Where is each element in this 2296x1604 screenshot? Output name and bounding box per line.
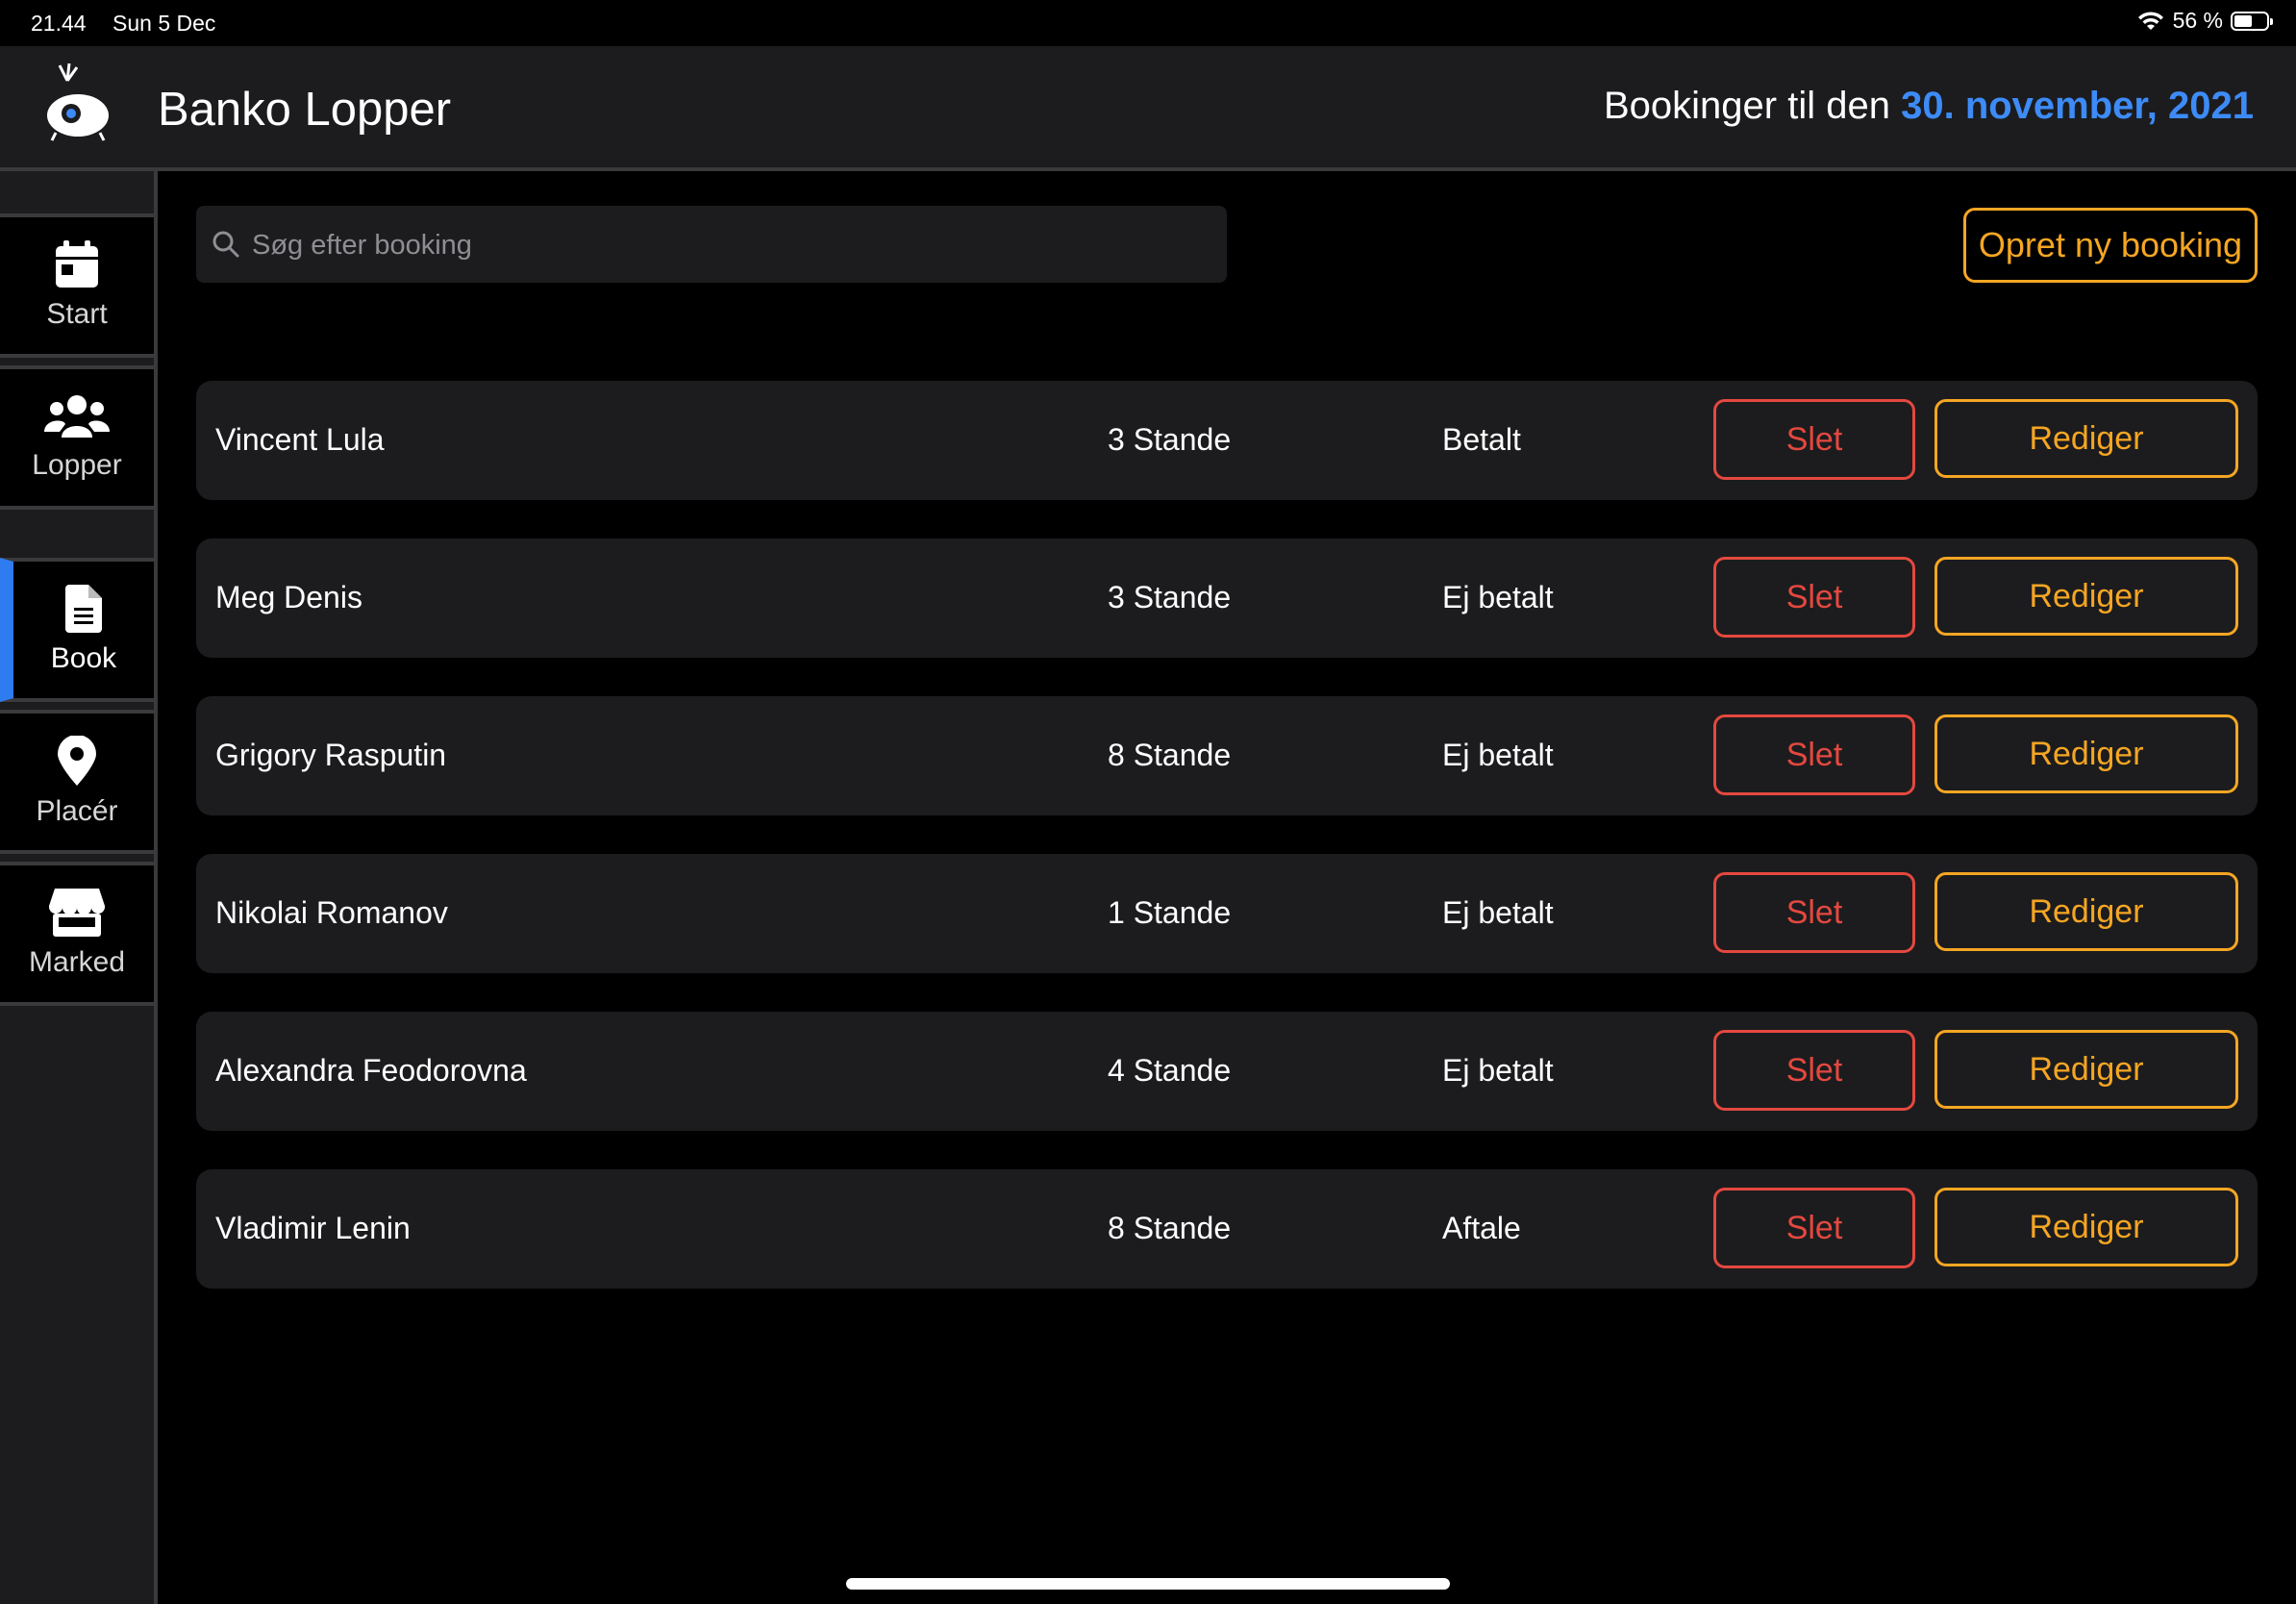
eye-logo-icon bbox=[47, 63, 109, 141]
table-row: Nikolai Romanov 1 Stande Ej betalt Slet … bbox=[196, 854, 2258, 973]
delete-button[interactable]: Slet bbox=[1713, 399, 1915, 480]
sidebar-item-label: Placér bbox=[36, 795, 118, 827]
edit-button[interactable]: Rediger bbox=[1934, 557, 2238, 636]
booking-status: Betalt bbox=[1442, 422, 1521, 457]
new-booking-button[interactable]: Opret ny booking bbox=[1963, 208, 2258, 283]
booking-stands: 8 Stande bbox=[1108, 738, 1232, 772]
sidebar-item-marked[interactable]: Marked bbox=[0, 862, 154, 1006]
app-header: Banko Lopper Bookinger til den 30. novem… bbox=[0, 46, 2296, 171]
booking-date-label: Bookinger til den 30. november, 2021 bbox=[1604, 85, 2254, 128]
booking-date-value[interactable]: 30. november, 2021 bbox=[1901, 85, 2254, 127]
sidebar-item-label: Lopper bbox=[32, 449, 122, 481]
map-pin-icon bbox=[58, 736, 96, 786]
home-indicator[interactable] bbox=[846, 1578, 1450, 1590]
calendar-icon bbox=[56, 240, 98, 288]
booking-status: Ej betalt bbox=[1442, 738, 1554, 772]
sidebar-item-label: Start bbox=[46, 298, 108, 330]
table-row: Alexandra Feodorovna 4 Stande Ej betalt … bbox=[196, 1012, 2258, 1131]
delete-button[interactable]: Slet bbox=[1713, 557, 1915, 638]
table-row: Vincent Lula 3 Stande Betalt Slet Redige… bbox=[196, 381, 2258, 500]
table-row: Grigory Rasputin 8 Stande Ej betalt Slet… bbox=[196, 696, 2258, 815]
search-icon bbox=[212, 231, 239, 258]
booking-name: Grigory Rasputin bbox=[215, 738, 447, 772]
booking-name: Meg Denis bbox=[215, 580, 362, 614]
booking-list: Vincent Lula 3 Stande Betalt Slet Redige… bbox=[196, 381, 2258, 1327]
sidebar-item-label: Marked bbox=[28, 946, 126, 978]
sidebar-item-label: Book bbox=[50, 642, 117, 674]
booking-status: Ej betalt bbox=[1442, 580, 1554, 614]
booking-stands: 4 Stande bbox=[1108, 1053, 1232, 1088]
battery-icon bbox=[2231, 11, 2273, 31]
sidebar-item-start[interactable]: Start bbox=[0, 213, 154, 358]
booking-name: Nikolai Romanov bbox=[215, 895, 448, 930]
booking-status: Ej betalt bbox=[1442, 1053, 1554, 1088]
booking-stands: 8 Stande bbox=[1108, 1211, 1232, 1245]
sidebar-item-book[interactable]: Book bbox=[0, 558, 154, 702]
booking-name: Vincent Lula bbox=[215, 422, 385, 457]
edit-button[interactable]: Rediger bbox=[1934, 399, 2238, 478]
booking-date-prefix: Bookinger til den bbox=[1604, 85, 1890, 127]
edit-button[interactable]: Rediger bbox=[1934, 1030, 2238, 1109]
app-title: Banko Lopper bbox=[158, 84, 452, 136]
table-row: Meg Denis 3 Stande Ej betalt Slet Redige… bbox=[196, 539, 2258, 658]
status-date: Sun 5 Dec bbox=[112, 11, 216, 36]
booking-stands: 3 Stande bbox=[1108, 580, 1232, 614]
battery-percent: 56 % bbox=[2172, 8, 2223, 33]
search-input[interactable] bbox=[250, 206, 1215, 285]
delete-button[interactable]: Slet bbox=[1713, 1188, 1915, 1268]
booking-stands: 1 Stande bbox=[1108, 895, 1232, 930]
delete-button[interactable]: Slet bbox=[1713, 872, 1915, 953]
sidebar-item-placer[interactable]: Placér bbox=[0, 710, 154, 854]
edit-button[interactable]: Rediger bbox=[1934, 872, 2238, 951]
sidebar-item-lopper[interactable]: Lopper bbox=[0, 365, 154, 510]
edit-button[interactable]: Rediger bbox=[1934, 1188, 2238, 1266]
wifi-icon bbox=[2137, 11, 2163, 30]
status-time: 21.44 bbox=[31, 11, 87, 36]
booking-stands: 3 Stande bbox=[1108, 422, 1232, 457]
store-icon bbox=[49, 889, 105, 937]
booking-status: Ej betalt bbox=[1442, 895, 1554, 930]
booking-name: Vladimir Lenin bbox=[215, 1211, 411, 1245]
users-icon bbox=[44, 395, 110, 438]
sidebar: Start Lopper Book Placér Marked bbox=[0, 171, 158, 1604]
status-right: 56 % bbox=[2136, 8, 2273, 34]
edit-button[interactable]: Rediger bbox=[1934, 714, 2238, 793]
delete-button[interactable]: Slet bbox=[1713, 1030, 1915, 1111]
table-row: Vladimir Lenin 8 Stande Aftale Slet Redi… bbox=[196, 1169, 2258, 1289]
booking-status: Aftale bbox=[1442, 1211, 1521, 1245]
search-bar bbox=[196, 206, 1227, 285]
booking-name: Alexandra Feodorovna bbox=[215, 1053, 527, 1088]
document-icon bbox=[65, 585, 102, 633]
status-bar: 21.44 Sun 5 Dec 56 % bbox=[0, 0, 2296, 46]
delete-button[interactable]: Slet bbox=[1713, 714, 1915, 795]
